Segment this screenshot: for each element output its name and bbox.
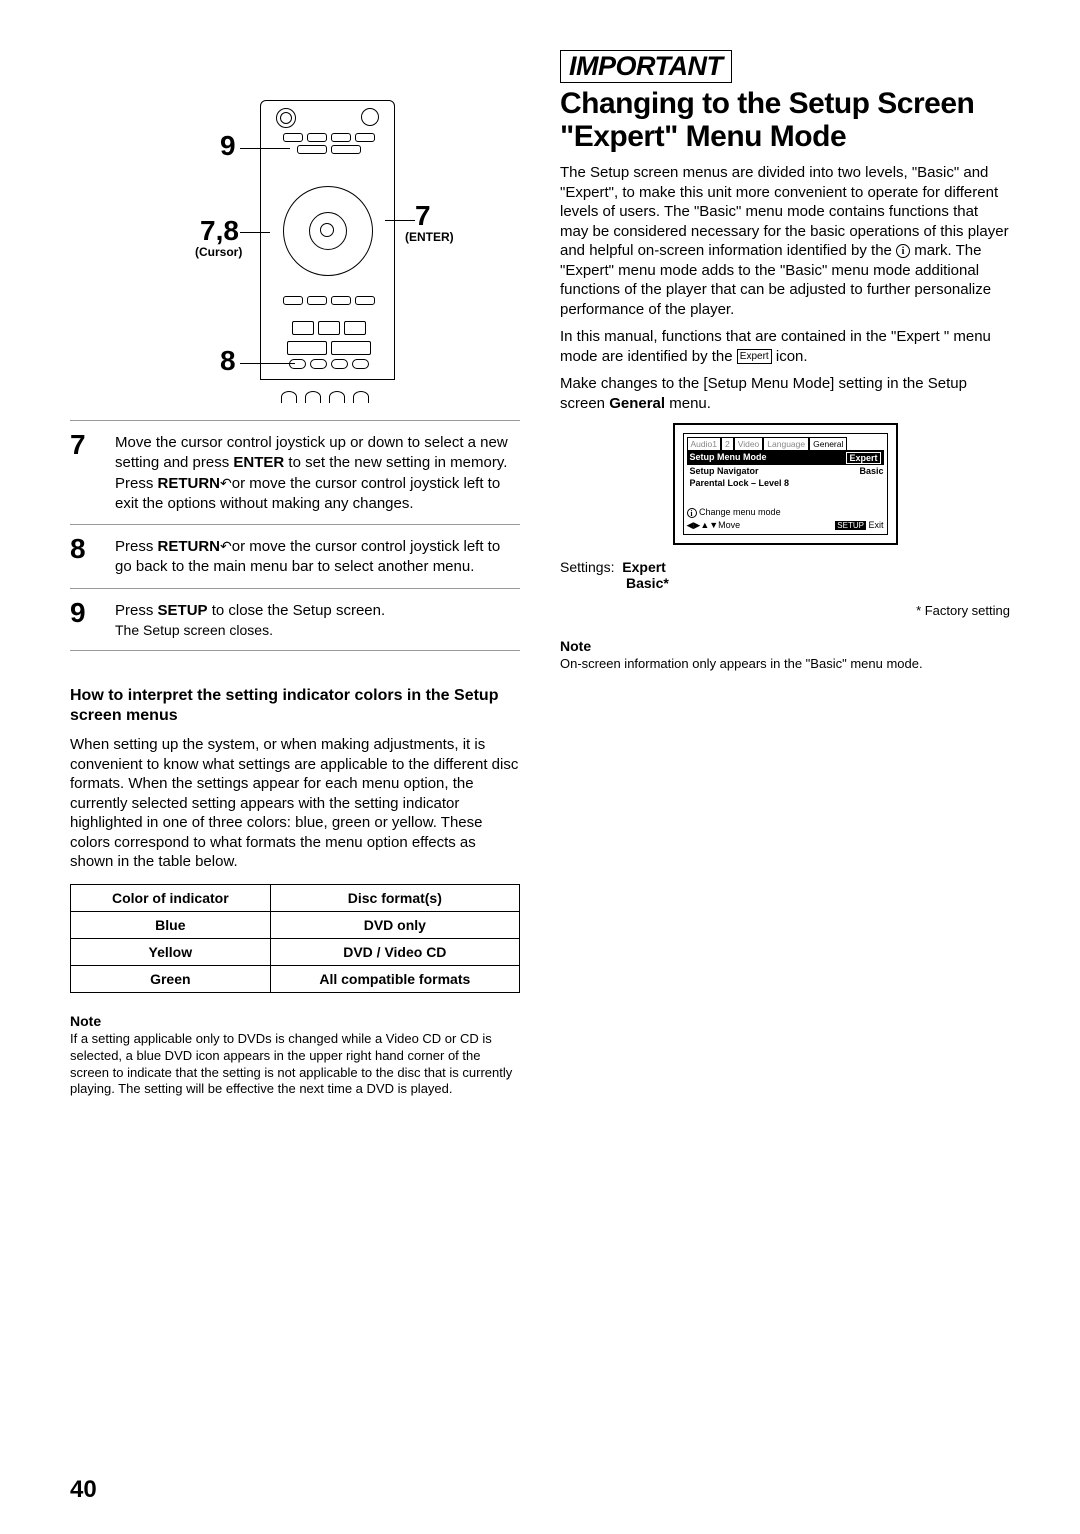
return-icon: ↶	[220, 537, 232, 556]
step-sub: The Setup screen closes.	[115, 621, 385, 640]
hint: i Change menu mode	[687, 507, 884, 518]
note-text: If a setting applicable only to DVDs is …	[70, 1031, 520, 1099]
info-icon: i	[896, 244, 910, 258]
callout-9: 9	[220, 130, 236, 162]
tab: Video	[734, 437, 764, 450]
callout-78: 7,8	[200, 215, 239, 247]
table-row: YellowDVD / Video CD	[71, 938, 520, 965]
paragraph-2: In this manual, functions that are conta…	[560, 327, 1010, 366]
indicator-body: When setting up the system, or when maki…	[70, 735, 520, 872]
step-text: Press RETURN ↶ or move the cursor contro…	[115, 535, 520, 578]
remote-diagram: 9 7,8 (Cursor) 7 (ENTER) 8	[195, 70, 395, 380]
expert-icon: Expert	[737, 349, 772, 364]
menu-row: Parental Lock – Level 8	[687, 477, 884, 489]
step-9: 9 Press SETUP to close the Setup screen.…	[70, 599, 520, 640]
th-color: Color of indicator	[71, 884, 271, 911]
tab: Audio1	[687, 437, 721, 450]
th-format: Disc format(s)	[270, 884, 519, 911]
step-7: 7 Move the cursor control joystick up or…	[70, 431, 520, 514]
settings: Settings: Expert Basic*	[560, 559, 1010, 591]
note-heading: Note	[70, 1013, 520, 1029]
callout-8: 8	[220, 345, 236, 377]
step-num: 7	[70, 431, 95, 514]
table-row: BlueDVD only	[71, 911, 520, 938]
tab-active: General	[809, 437, 847, 450]
important-badge: IMPORTANT	[560, 50, 732, 83]
page-number: 40	[70, 1476, 97, 1504]
menu-row: Setup NavigatorBasic	[687, 465, 884, 477]
return-icon: ↶	[220, 474, 232, 493]
factory-note: * Factory setting	[560, 603, 1010, 618]
main-heading: Changing to the Setup Screen "Expert" Me…	[560, 87, 1010, 153]
step-text: Press SETUP to close the Setup screen. T…	[115, 599, 385, 640]
tab: Language	[763, 437, 809, 450]
indicator-table: Color of indicatorDisc format(s) BlueDVD…	[70, 884, 520, 993]
step-num: 8	[70, 535, 95, 578]
callout-7: 7	[415, 200, 431, 232]
indicator-heading: How to interpret the setting indicator c…	[70, 686, 520, 728]
screen-footer: ◀▶▲▼Move SETUP Exit	[687, 520, 884, 531]
step-num: 9	[70, 599, 95, 640]
menu-row-selected: Setup Menu ModeExpert	[687, 451, 884, 465]
note-text: On-screen information only appears in th…	[560, 656, 1010, 673]
remote-body	[260, 100, 395, 380]
step-8: 8 Press RETURN ↶ or move the cursor cont…	[70, 535, 520, 578]
step-text: Move the cursor control joystick up or d…	[115, 431, 520, 514]
tab: 2	[721, 437, 734, 450]
callout-cursor: (Cursor)	[195, 245, 242, 259]
note-heading: Note	[560, 638, 1010, 654]
callout-enter: (ENTER)	[405, 230, 454, 244]
paragraph-3: Make changes to the [Setup Menu Mode] se…	[560, 374, 1010, 413]
paragraph-1: The Setup screen menus are divided into …	[560, 163, 1010, 319]
table-row: GreenAll compatible formats	[71, 965, 520, 992]
screen-mock: Audio1 2 Video Language General Setup Me…	[673, 423, 898, 545]
